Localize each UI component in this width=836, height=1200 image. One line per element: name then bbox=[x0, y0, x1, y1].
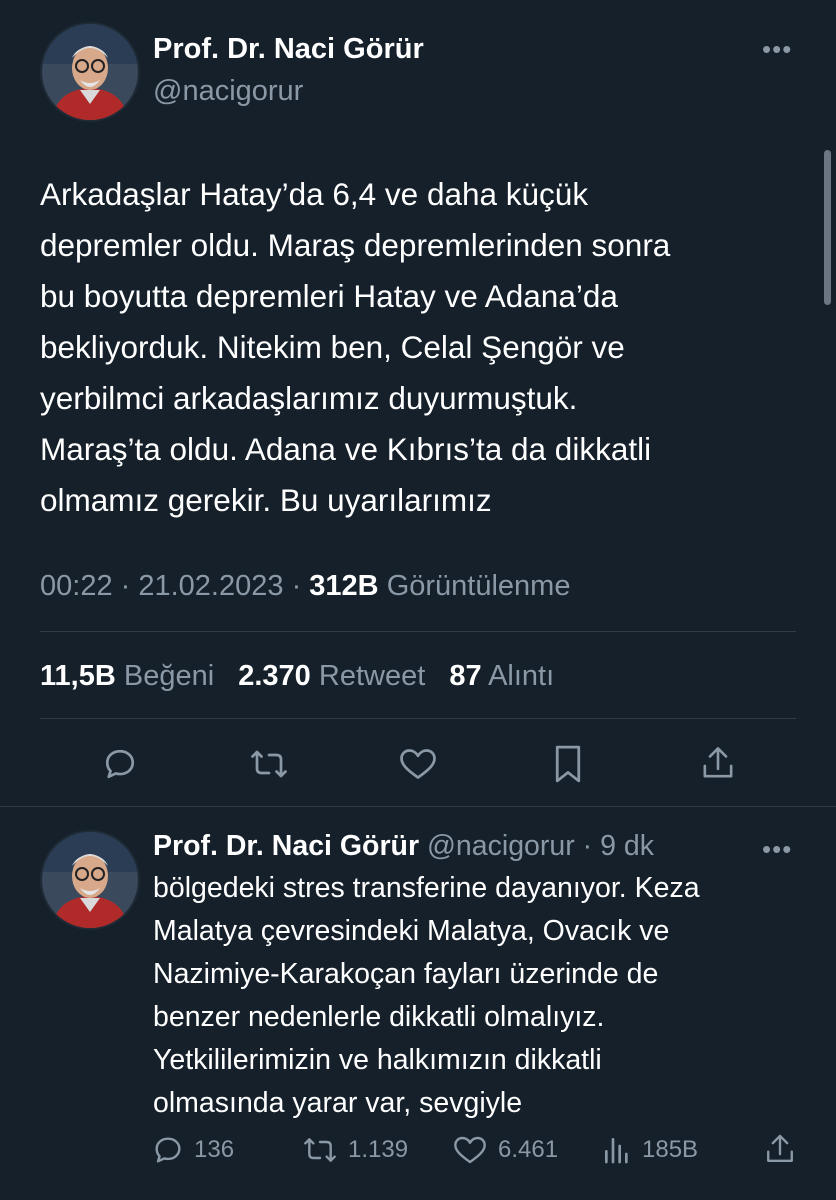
reply-author-name[interactable]: Prof. Dr. Naci Görür bbox=[153, 830, 419, 862]
reply-action[interactable]: 136 bbox=[152, 1134, 234, 1166]
likes-count[interactable]: 11,5B bbox=[40, 660, 116, 692]
divider bbox=[40, 718, 796, 719]
tweet-text: Arkadaşlar Hatay’da 6,4 ve daha küçük de… bbox=[40, 176, 671, 518]
share-icon[interactable] bbox=[700, 744, 736, 782]
retweet-icon bbox=[302, 1134, 338, 1166]
reply-count: 136 bbox=[194, 1136, 235, 1163]
likes-label[interactable]: Beğeni bbox=[124, 660, 214, 692]
reply-author-handle[interactable]: @nacigorur bbox=[427, 830, 575, 862]
retweet-icon[interactable] bbox=[249, 746, 289, 782]
tweet-date[interactable]: 21.02.2023 bbox=[138, 570, 283, 602]
author-name[interactable]: Prof. Dr. Naci Görür bbox=[153, 33, 424, 66]
scrollbar-thumb[interactable] bbox=[824, 150, 831, 305]
avatar[interactable] bbox=[40, 22, 140, 122]
retweet-action[interactable]: 1.139 bbox=[302, 1134, 408, 1166]
views-icon bbox=[602, 1134, 632, 1166]
views-count: 185B bbox=[642, 1136, 699, 1163]
author-handle[interactable]: @nacigorur bbox=[153, 75, 303, 108]
retweet-count: 1.139 bbox=[348, 1136, 409, 1163]
like-action[interactable]: 6.461 bbox=[452, 1134, 558, 1166]
views-label: Görüntülenme bbox=[386, 570, 571, 602]
share-icon[interactable] bbox=[764, 1132, 796, 1166]
tweet-time[interactable]: 00:22 bbox=[40, 570, 113, 602]
tweet-meta: 00:22 · 21.02.2023 · 312B Görüntülenme bbox=[40, 570, 570, 603]
meta-separator: · bbox=[291, 570, 310, 602]
reply-icon bbox=[152, 1134, 184, 1166]
tweet-stats: 11,5B Beğeni 2.370 Retweet 87 Alıntı bbox=[40, 660, 570, 693]
meta-separator: · bbox=[120, 570, 139, 602]
quotes-count[interactable]: 87 bbox=[449, 660, 481, 692]
reply-icon[interactable] bbox=[102, 746, 138, 782]
bookmark-icon[interactable] bbox=[552, 744, 584, 784]
more-options-icon[interactable]: ••• bbox=[762, 34, 792, 65]
retweets-label[interactable]: Retweet bbox=[319, 660, 425, 692]
reply-more-options-icon[interactable]: ••• bbox=[762, 834, 792, 865]
reply-text: bölgedeki stres transferine dayanıyor. K… bbox=[153, 872, 700, 1119]
header-separator: · bbox=[582, 830, 593, 862]
retweets-count[interactable]: 2.370 bbox=[238, 660, 311, 692]
views-count: 312B bbox=[309, 570, 379, 602]
reply-time[interactable]: 9 dk bbox=[600, 830, 654, 862]
heart-icon bbox=[452, 1134, 488, 1166]
reply-header: Prof. Dr. Naci Görür @nacigorur · 9 dk bbox=[153, 830, 654, 863]
section-separator bbox=[0, 806, 836, 807]
heart-icon[interactable] bbox=[398, 746, 438, 782]
quotes-label[interactable]: Alıntı bbox=[488, 660, 554, 692]
reply-avatar[interactable] bbox=[40, 830, 140, 930]
like-count: 6.461 bbox=[498, 1136, 559, 1163]
divider bbox=[40, 631, 796, 632]
views-action[interactable]: 185B bbox=[602, 1134, 698, 1166]
